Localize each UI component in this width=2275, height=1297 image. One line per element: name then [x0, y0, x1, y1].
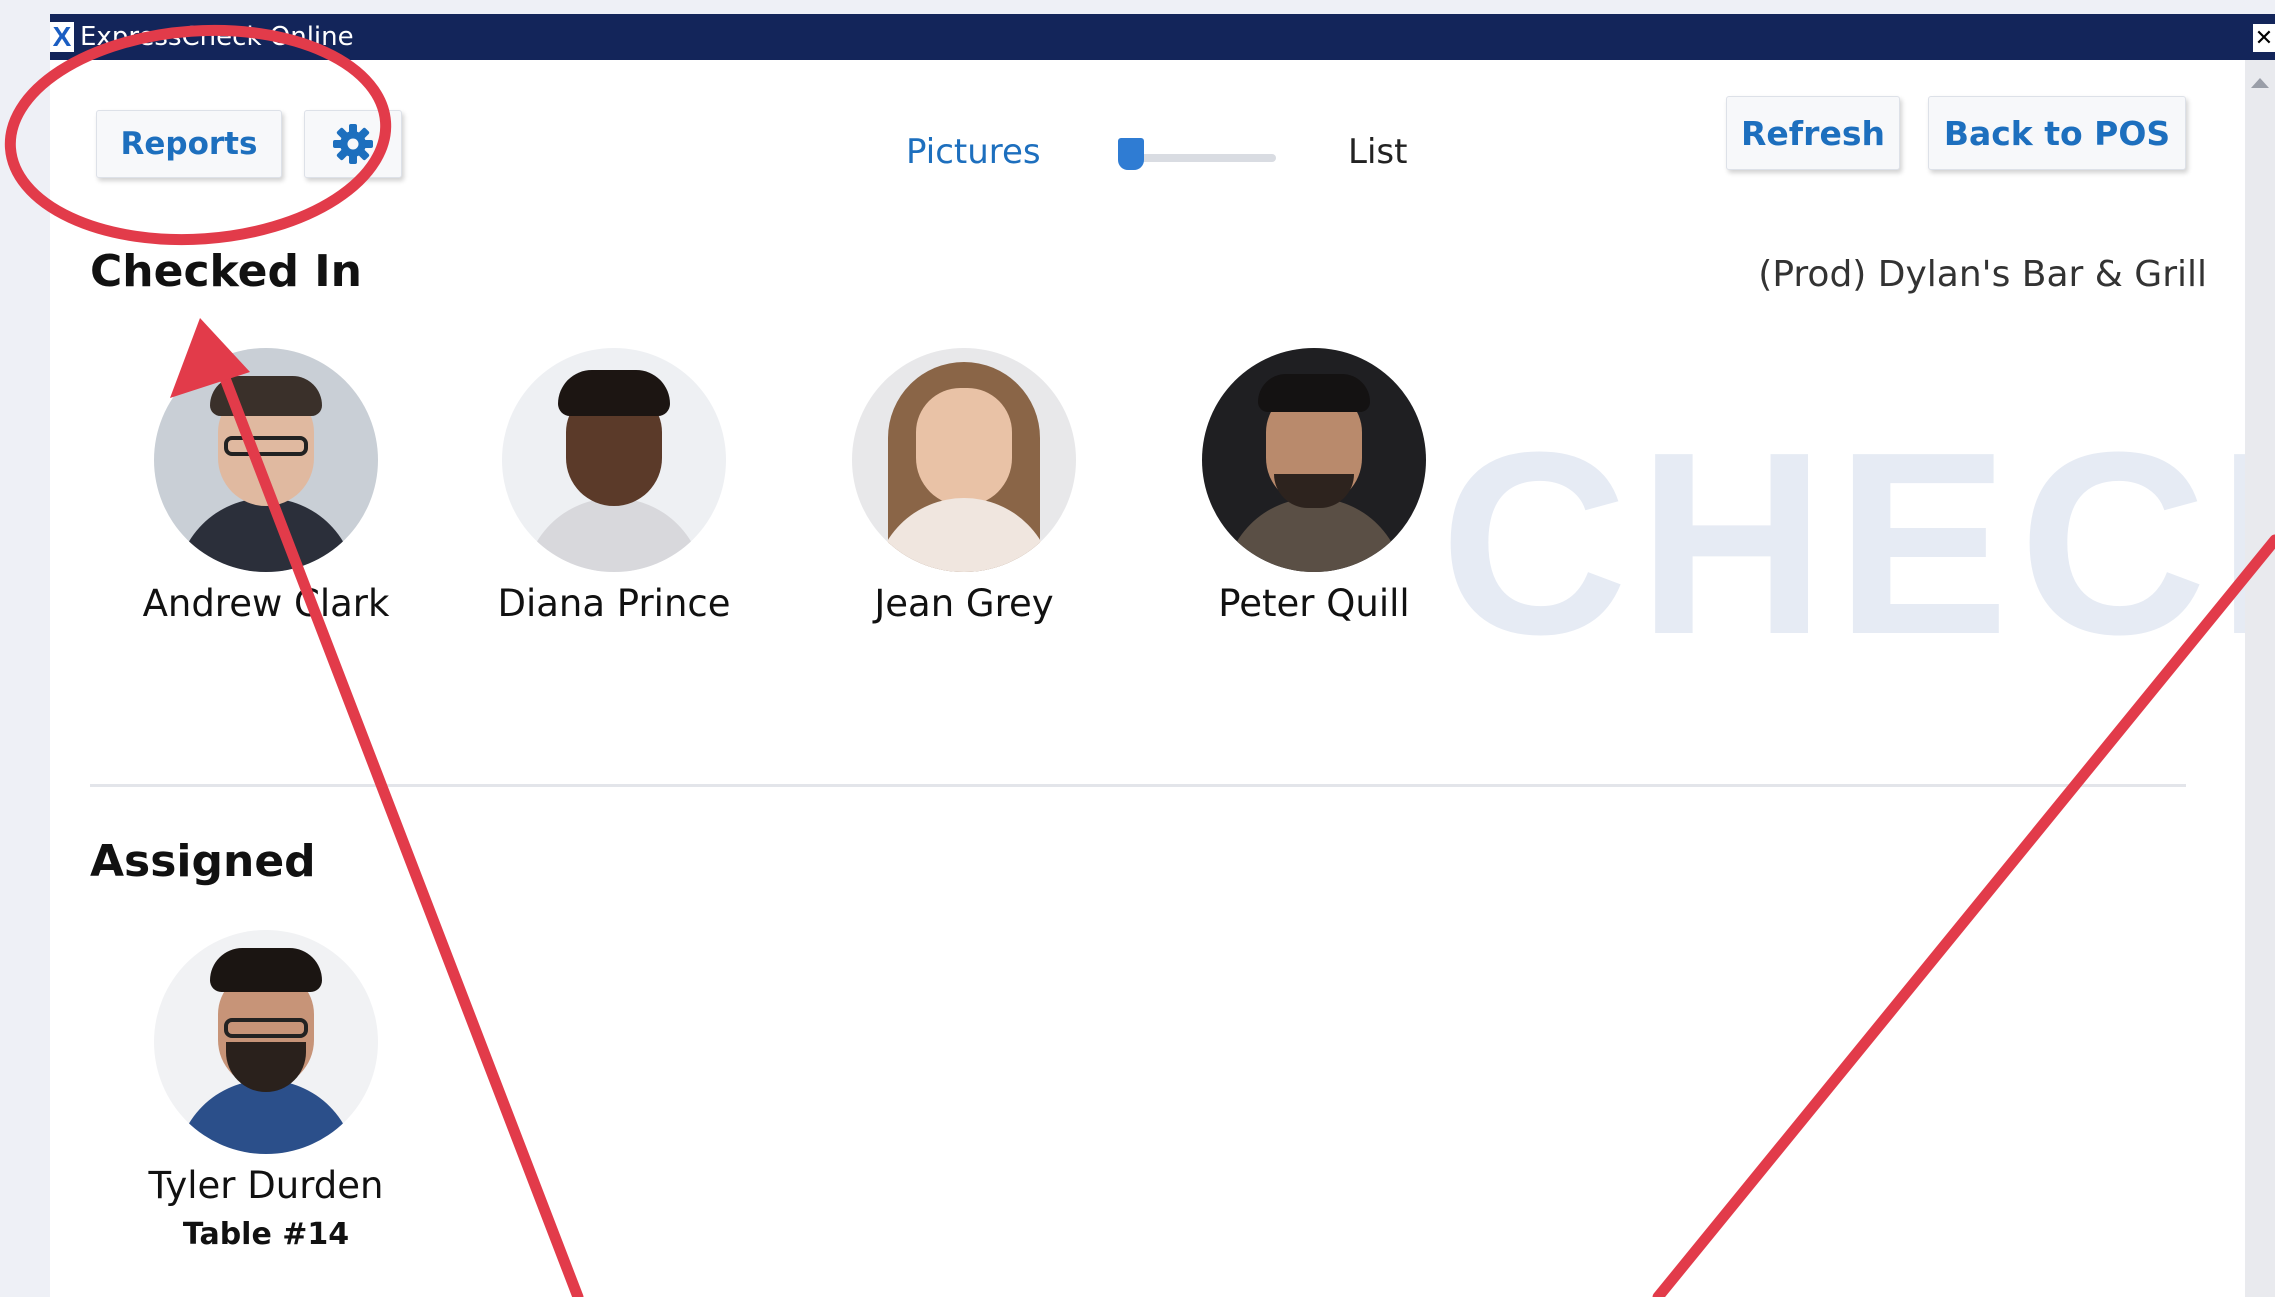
person-name: Peter Quill	[1218, 582, 1410, 625]
avatar[interactable]	[154, 348, 378, 572]
refresh-button[interactable]: Refresh	[1726, 96, 1900, 170]
checked-in-person[interactable]: Peter Quill	[1164, 348, 1464, 625]
close-icon[interactable]: ✕	[2253, 24, 2275, 52]
avatar[interactable]	[852, 348, 1076, 572]
avatar[interactable]	[502, 348, 726, 572]
watermark-text: CHECK	[1440, 399, 2275, 689]
view-slider-track[interactable]	[1126, 154, 1276, 162]
person-name: Tyler Durden	[148, 1164, 384, 1207]
person-name: Jean Grey	[874, 582, 1054, 625]
top-strip	[0, 0, 2275, 14]
avatar[interactable]	[154, 930, 378, 1154]
list-label[interactable]: List	[1348, 132, 1407, 172]
assigned-person[interactable]: Tyler Durden Table #14	[116, 930, 416, 1252]
view-toggle[interactable]: Pictures List	[906, 122, 1446, 182]
table-label: Table #14	[182, 1217, 350, 1252]
title-bar[interactable]: X ExpressCheck Online ✕	[50, 14, 2275, 60]
vertical-scrollbar[interactable]	[2245, 60, 2275, 1297]
checked-in-title: Checked In	[90, 246, 362, 297]
window-title: ExpressCheck Online	[80, 22, 354, 52]
reports-button[interactable]: Reports	[96, 110, 282, 178]
avatar[interactable]	[1202, 348, 1426, 572]
app-window: X ExpressCheck Online ✕ Reports Pictures…	[50, 14, 2275, 1297]
person-name: Diana Prince	[497, 582, 731, 625]
view-slider-thumb[interactable]	[1118, 138, 1144, 170]
app-icon: X	[50, 22, 74, 52]
checked-in-person[interactable]: Andrew Clark	[116, 348, 416, 625]
section-divider	[90, 784, 2186, 787]
settings-button[interactable]	[304, 110, 402, 178]
location-label: (Prod) Dylan's Bar & Grill	[1758, 254, 2207, 295]
back-to-pos-button[interactable]: Back to POS	[1928, 96, 2186, 170]
gear-icon	[333, 124, 373, 164]
checked-in-person[interactable]: Jean Grey	[814, 348, 1114, 625]
checked-in-person[interactable]: Diana Prince	[464, 348, 764, 625]
scroll-up-icon[interactable]	[2251, 78, 2269, 88]
assigned-title: Assigned	[90, 836, 316, 887]
pictures-label[interactable]: Pictures	[906, 132, 1041, 172]
person-name: Andrew Clark	[142, 582, 390, 625]
